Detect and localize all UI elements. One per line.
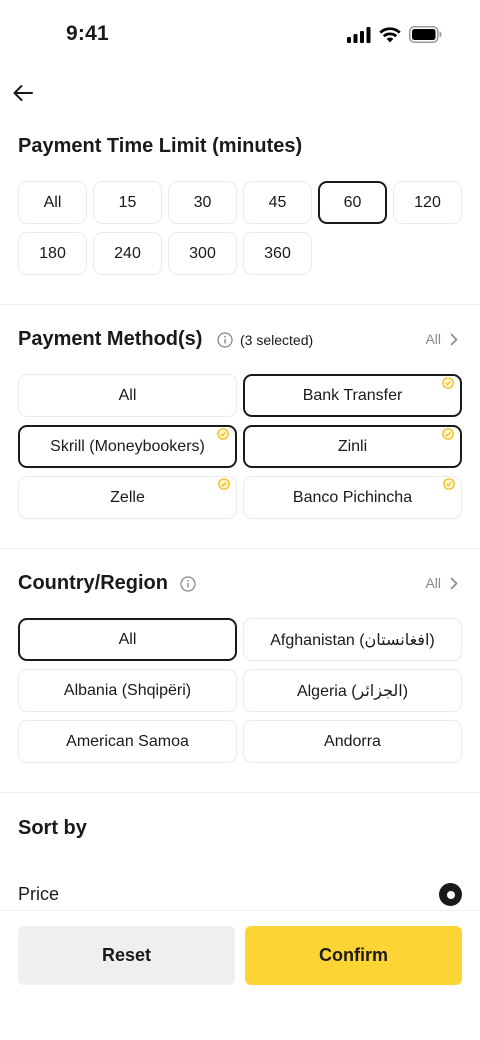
status-icons — [347, 26, 442, 43]
chevron-right-icon — [450, 333, 458, 345]
payment-method-title: Payment Method(s) — [18, 328, 203, 350]
chip-label: Zinli — [337, 437, 368, 455]
method-chip-all[interactable]: All — [18, 374, 237, 417]
price-radio-button[interactable] — [439, 883, 462, 906]
country-chip-all[interactable]: All — [18, 618, 237, 661]
all-link-label: All — [425, 575, 441, 591]
info-icon[interactable] — [180, 576, 196, 592]
battery-icon — [409, 26, 442, 43]
time-chip-120[interactable]: 120 — [393, 181, 462, 224]
selected-count: (3 selected) — [240, 332, 314, 348]
merchant-badge-icon — [218, 478, 230, 490]
time-chip-60[interactable]: 60 — [318, 181, 387, 224]
time-chip-240[interactable]: 240 — [93, 232, 162, 275]
section-divider — [0, 792, 480, 793]
country-title: Country/Region — [18, 572, 168, 594]
time-chip-45[interactable]: 45 — [243, 181, 312, 224]
reset-button[interactable]: Reset — [18, 926, 235, 985]
method-chip-zelle[interactable]: Zelle — [18, 476, 237, 519]
status-time: 9:41 — [66, 22, 109, 45]
country-chip-afghanistan[interactable]: Afghanistan (افغانستان) — [243, 618, 462, 661]
sort-option-price[interactable]: Price — [18, 884, 59, 905]
time-chip-30[interactable]: 30 — [168, 181, 237, 224]
merchant-badge-icon — [217, 428, 229, 440]
country-chip-andorra[interactable]: Andorra — [243, 720, 462, 763]
merchant-badge-icon — [442, 377, 454, 389]
status-bar: 9:41 — [0, 0, 480, 70]
time-chip-300[interactable]: 300 — [168, 232, 237, 275]
arrow-left-icon — [13, 85, 33, 101]
chip-label: Bank Transfer — [302, 386, 403, 404]
country-all-link[interactable]: All — [425, 575, 458, 591]
signal-icon — [347, 26, 371, 43]
info-icon[interactable] — [217, 332, 233, 348]
method-chip-banco-pichincha[interactable]: Banco Pichincha — [243, 476, 462, 519]
country-chip-albania[interactable]: Albania (Shqipëri) — [18, 669, 237, 712]
section-divider — [0, 548, 480, 549]
section-divider — [0, 304, 480, 305]
time-limit-title: Payment Time Limit (minutes) — [18, 135, 303, 157]
radio-dot — [446, 890, 455, 899]
confirm-button[interactable]: Confirm — [245, 926, 462, 985]
chip-label: Skrill (Moneybookers) — [50, 437, 205, 455]
merchant-badge-icon — [443, 478, 455, 490]
time-chip-15[interactable]: 15 — [93, 181, 162, 224]
method-chip-bank-transfer[interactable]: Bank Transfer — [243, 374, 462, 417]
time-chip-180[interactable]: 180 — [18, 232, 87, 275]
sort-title: Sort by — [18, 817, 87, 839]
time-chip-360[interactable]: 360 — [243, 232, 312, 275]
method-chip-zinli[interactable]: Zinli — [243, 425, 462, 468]
country-chip-algeria[interactable]: Algeria (الجزائر) — [243, 669, 462, 712]
payment-method-all-link[interactable]: All — [425, 331, 458, 347]
chevron-right-icon — [450, 577, 458, 589]
wifi-icon — [379, 26, 401, 42]
merchant-badge-icon — [442, 428, 454, 440]
chip-label: Zelle — [110, 488, 145, 506]
chip-label: Banco Pichincha — [292, 488, 413, 506]
all-link-label: All — [425, 331, 441, 347]
bottom-action-bar: Reset Confirm — [0, 910, 480, 1040]
method-chip-skrill[interactable]: Skrill (Moneybookers) — [18, 425, 237, 468]
country-chip-american-samoa[interactable]: American Samoa — [18, 720, 237, 763]
back-button[interactable] — [10, 80, 36, 106]
time-chip-all[interactable]: All — [18, 181, 87, 224]
